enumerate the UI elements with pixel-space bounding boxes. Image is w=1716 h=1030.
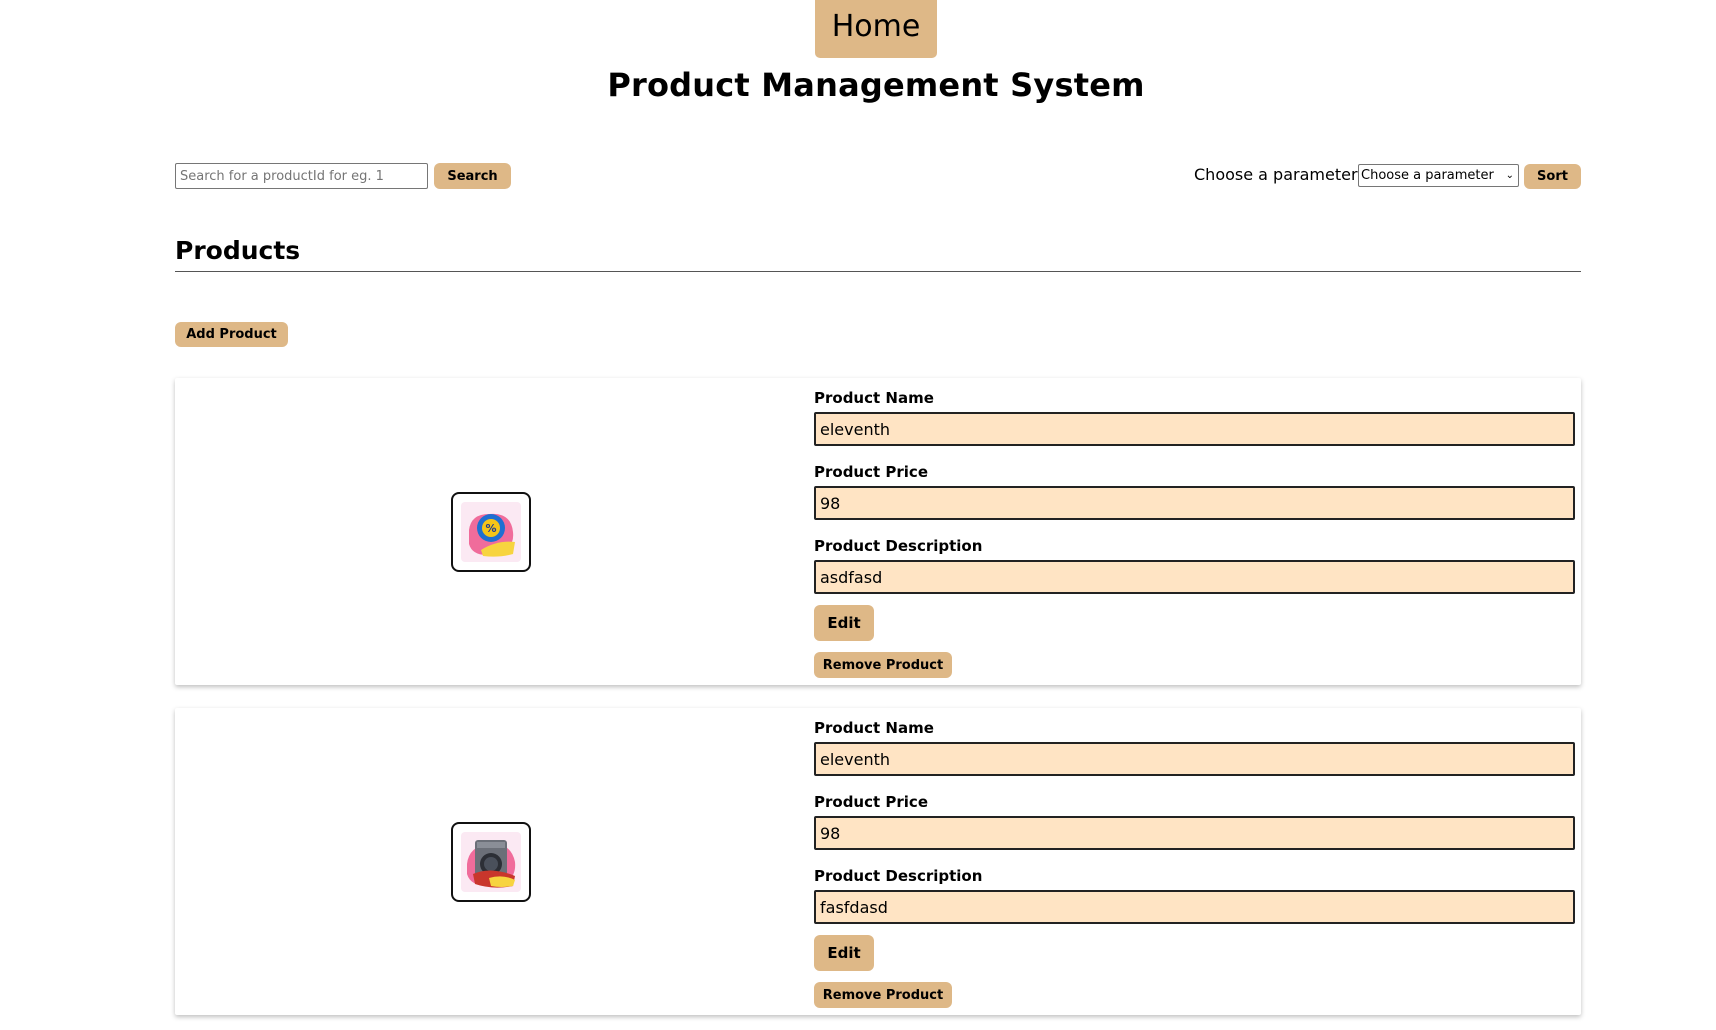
product-price-field[interactable]: 98 <box>814 816 1575 850</box>
product-price-label: Product Price <box>814 793 928 811</box>
product-image: % <box>451 492 531 572</box>
products-heading: Products <box>175 236 301 265</box>
product-card: % Product Name eleventh Product Price 98… <box>175 378 1581 685</box>
discount-badge-icon: % <box>461 502 521 562</box>
product-description-field[interactable]: asdfasd <box>814 560 1575 594</box>
edit-button[interactable]: Edit <box>814 935 874 971</box>
search-input[interactable] <box>175 163 428 189</box>
washing-machine-icon <box>461 832 521 892</box>
product-description-label: Product Description <box>814 537 983 555</box>
sort-button[interactable]: Sort <box>1524 164 1581 189</box>
edit-button[interactable]: Edit <box>814 605 874 641</box>
svg-text:%: % <box>485 522 496 535</box>
remove-product-button[interactable]: Remove Product <box>814 652 952 678</box>
add-product-button[interactable]: Add Product <box>175 322 288 347</box>
search-button[interactable]: Search <box>434 163 511 189</box>
product-description-label: Product Description <box>814 867 983 885</box>
sort-parameter-select[interactable]: Choose a parameter ⌄ <box>1358 164 1519 187</box>
product-name-label: Product Name <box>814 719 934 737</box>
page-title: Product Management System <box>607 66 1145 104</box>
product-price-label: Product Price <box>814 463 928 481</box>
home-button[interactable]: Home <box>815 0 937 58</box>
product-name-label: Product Name <box>814 389 934 407</box>
chevron-down-icon: ⌄ <box>1505 170 1514 181</box>
sort-parameter-label: Choose a parameter <box>1194 165 1358 184</box>
product-name-field[interactable]: eleventh <box>814 742 1575 776</box>
remove-product-button[interactable]: Remove Product <box>814 982 952 1008</box>
product-name-field[interactable]: eleventh <box>814 412 1575 446</box>
sort-selected-value: Choose a parameter <box>1361 168 1494 183</box>
product-card: Product Name eleventh Product Price 98 P… <box>175 708 1581 1015</box>
product-image <box>451 822 531 902</box>
section-divider <box>175 271 1581 272</box>
product-price-field[interactable]: 98 <box>814 486 1575 520</box>
product-description-field[interactable]: fasfdasd <box>814 890 1575 924</box>
